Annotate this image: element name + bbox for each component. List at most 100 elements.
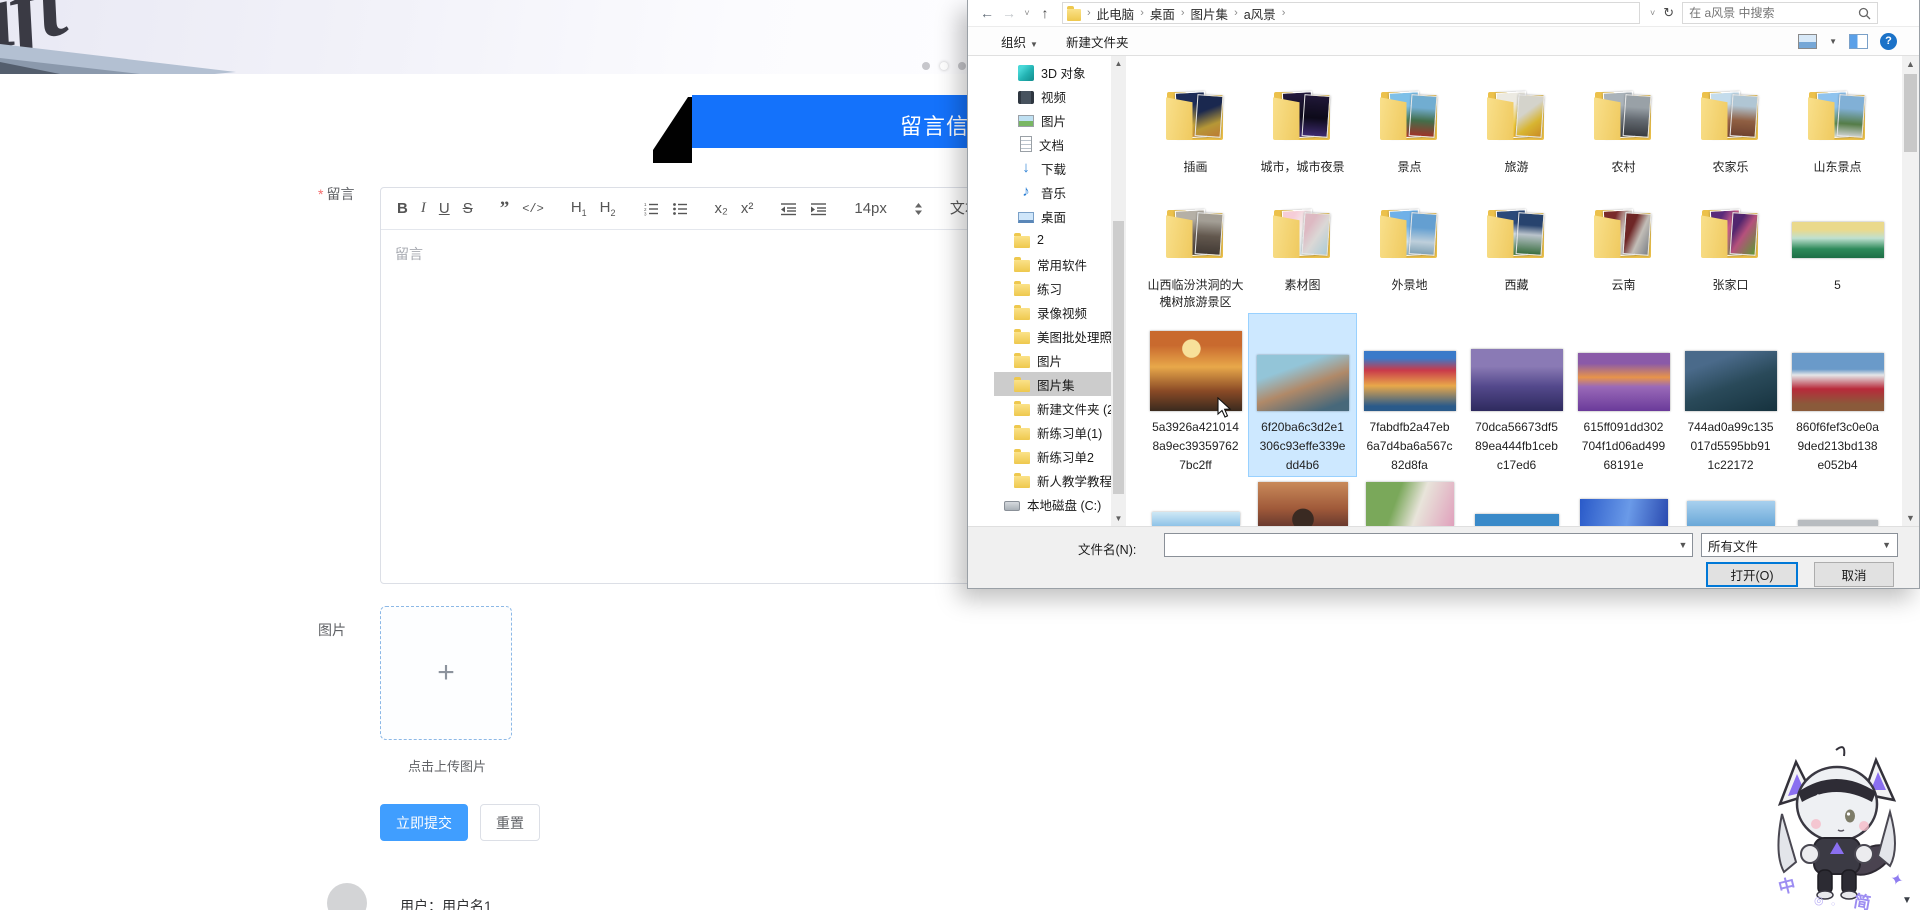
partially-visible-image[interactable] bbox=[1686, 501, 1775, 526]
folder-tile-山东景点[interactable]: 山东景点 bbox=[1784, 76, 1891, 176]
breadcrumb-item[interactable]: 桌面 bbox=[1150, 4, 1175, 23]
image-file-tile[interactable]: 6f20ba6c3d2e1 306c93effe339e dd4b6 bbox=[1248, 313, 1357, 477]
help-icon[interactable]: ? bbox=[1880, 32, 1897, 50]
editor-tool-bold[interactable]: B bbox=[397, 201, 408, 216]
back-icon[interactable]: ← bbox=[976, 5, 998, 21]
scroll-up-icon[interactable]: ▲ bbox=[1111, 56, 1126, 71]
cancel-button[interactable]: 取消 bbox=[1814, 562, 1894, 587]
editor-tool-strikethrough[interactable]: S bbox=[463, 201, 473, 216]
forward-icon[interactable]: → bbox=[998, 5, 1020, 21]
carousel-dot[interactable] bbox=[958, 62, 966, 70]
editor-tool-code[interactable]: </> bbox=[522, 203, 544, 215]
address-bar[interactable]: › 此电脑 › 桌面 › 图片集 › a风景 › bbox=[1062, 2, 1640, 24]
main-scrollbar[interactable]: ▲ ▼ bbox=[1902, 56, 1919, 526]
sidebar-folder-录像视频[interactable]: 录像视频 bbox=[994, 300, 1112, 324]
main-scroll-thumb[interactable] bbox=[1904, 74, 1917, 152]
editor-tool-blockquote[interactable]: ” bbox=[500, 199, 510, 218]
partially-visible-image[interactable] bbox=[1151, 512, 1240, 526]
editor-tool-italic[interactable]: I bbox=[421, 201, 426, 216]
image-upload-dropzone[interactable]: + bbox=[380, 606, 512, 740]
image-file-tile[interactable]: 70dca56673df5 89ea444fb1ceb c17ed6 bbox=[1463, 314, 1570, 476]
folder-tile-城市，城市夜景[interactable]: 城市，城市夜景 bbox=[1249, 76, 1356, 176]
scroll-down-icon[interactable]: ▼ bbox=[1111, 511, 1126, 526]
sidebar-folder-新练习单2[interactable]: 新练习单2 bbox=[994, 444, 1112, 468]
carousel-dot[interactable] bbox=[922, 62, 930, 70]
sidebar-folder-新人教学教程[interactable]: 新人教学教程 bbox=[994, 468, 1112, 492]
editor-tool-indent[interactable] bbox=[810, 202, 827, 216]
folder-tile-农村[interactable]: 农村 bbox=[1570, 76, 1677, 176]
editor-tool-superscript[interactable]: x² bbox=[741, 201, 754, 216]
editor-tool-heading-2[interactable]: H2 bbox=[600, 200, 616, 218]
editor-tool-ordered-list[interactable]: 123 bbox=[643, 202, 659, 216]
search-input[interactable] bbox=[1689, 6, 1859, 20]
image-file-tile[interactable]: 744ad0a99c135 017d5595bb91 1c22172 bbox=[1677, 314, 1784, 476]
folder-tile-旅游[interactable]: 旅游 bbox=[1463, 76, 1570, 176]
image-file-tile[interactable]: 615ff091dd302 704f1d06ad499 68191e bbox=[1570, 314, 1677, 476]
open-button[interactable]: 打开(O) bbox=[1706, 562, 1798, 587]
sidebar-item-3D 对象[interactable]: 3D 对象 bbox=[994, 60, 1112, 84]
sidebar-folder-2[interactable]: 2 bbox=[994, 228, 1112, 252]
sidebar-item-local-disk-c[interactable]: 本地磁盘 (C:) bbox=[994, 492, 1112, 516]
editor-tool-unordered-list[interactable] bbox=[672, 202, 688, 216]
sidebar-folder-美图批处理照片[interactable]: 美图批处理照片 bbox=[994, 324, 1112, 348]
breadcrumb-item[interactable]: a风景 bbox=[1244, 4, 1276, 23]
editor-tool-font-size[interactable]: 14px bbox=[854, 201, 887, 216]
image-file-tile[interactable]: 7fabdfb2a47eb 6a7d4ba6a567c 82d8fa bbox=[1356, 314, 1463, 476]
sidebar-item-图片[interactable]: 图片 bbox=[994, 108, 1112, 132]
carousel-dots[interactable] bbox=[922, 62, 966, 70]
image-file-tile[interactable]: 860f6fef3c0e0a 9ded213bd138 e052b4 bbox=[1784, 314, 1891, 476]
editor-tool-heading-1[interactable]: H1 bbox=[571, 200, 587, 218]
sidebar-scroll-thumb[interactable] bbox=[1113, 221, 1124, 494]
folder-tile-插画[interactable]: 插画 bbox=[1142, 76, 1249, 176]
folder-tile-云南[interactable]: 云南 bbox=[1570, 194, 1677, 311]
partially-visible-image[interactable] bbox=[1365, 482, 1454, 526]
refresh-icon[interactable]: ↻ bbox=[1663, 5, 1682, 21]
new-folder-button[interactable]: 新建文件夹 bbox=[1066, 32, 1129, 51]
filename-input[interactable] bbox=[1165, 534, 1674, 556]
sidebar-item-下载[interactable]: ↓ 下载 bbox=[994, 156, 1112, 180]
sidebar-item-视频[interactable]: 视频 bbox=[994, 84, 1112, 108]
sidebar-item-桌面[interactable]: 桌面 bbox=[994, 204, 1112, 228]
submit-button[interactable]: 立即提交 bbox=[380, 804, 468, 841]
sidebar-folder-图片集[interactable]: 图片集 bbox=[994, 372, 1112, 396]
history-chevron-icon[interactable]: ˅ bbox=[1020, 8, 1034, 18]
sidebar-item-文档[interactable]: 文档 bbox=[994, 132, 1112, 156]
chevron-down-icon[interactable]: ▼ bbox=[1674, 540, 1692, 550]
address-dropdown-icon[interactable]: ˅ bbox=[1640, 8, 1663, 18]
folder-tile-外景地[interactable]: 外景地 bbox=[1356, 194, 1463, 311]
breadcrumb-item[interactable]: 图片集 bbox=[1191, 4, 1229, 23]
sidebar-folder-新建文件夹 (2)[interactable]: 新建文件夹 (2) bbox=[994, 396, 1112, 420]
folder-tile-西藏[interactable]: 西藏 bbox=[1463, 194, 1570, 311]
sidebar-scrollbar[interactable]: ▲ ▼ bbox=[1111, 56, 1126, 526]
preview-pane-icon[interactable] bbox=[1849, 33, 1868, 49]
sidebar-item-音乐[interactable]: ♪ 音乐 bbox=[994, 180, 1112, 204]
sidebar-folder-练习[interactable]: 练习 bbox=[994, 276, 1112, 300]
sidebar-folder-新练习单(1)[interactable]: 新练习单(1) bbox=[994, 420, 1112, 444]
sidebar-folder-图片[interactable]: 图片 bbox=[994, 348, 1112, 372]
thumbnail-view-icon[interactable] bbox=[1798, 33, 1818, 49]
view-options-chevron-icon[interactable]: ▼ bbox=[1829, 37, 1837, 46]
editor-tool-outdent[interactable] bbox=[780, 202, 797, 216]
folder-tile-素材图[interactable]: 素材图 bbox=[1249, 194, 1356, 311]
carousel-dot[interactable] bbox=[940, 62, 948, 70]
folder-tile-景点[interactable]: 景点 bbox=[1356, 76, 1463, 176]
breadcrumb-item[interactable]: 此电脑 bbox=[1097, 4, 1135, 23]
up-icon[interactable]: ↑ bbox=[1034, 5, 1056, 21]
editor-tool-underline[interactable]: U bbox=[439, 201, 450, 216]
scroll-up-icon[interactable]: ▲ bbox=[1902, 56, 1919, 72]
partially-visible-image[interactable] bbox=[1579, 499, 1668, 526]
image-file-tile[interactable]: 5a3926a421014 8a9ec39359762 7bc2ff bbox=[1142, 314, 1249, 476]
organize-button[interactable]: 组织 ▼ bbox=[1001, 32, 1038, 51]
folder-tile-山西临汾洪洞的大槐树旅游景区[interactable]: 山西临汾洪洞的大槐树旅游景区 bbox=[1142, 194, 1249, 311]
folder-tile-农家乐[interactable]: 农家乐 bbox=[1677, 76, 1784, 176]
folder-tile-张家口[interactable]: 张家口 bbox=[1677, 194, 1784, 311]
image-tile-5[interactable]: 5 bbox=[1784, 194, 1891, 311]
sidebar-folder-常用软件[interactable]: 常用软件 bbox=[994, 252, 1112, 276]
scroll-down-icon[interactable]: ▼ bbox=[1902, 510, 1919, 526]
reset-button[interactable]: 重置 bbox=[480, 804, 540, 841]
editor-content-area[interactable]: 留言 bbox=[381, 230, 1024, 583]
filetype-select[interactable]: 所有文件 ▼ bbox=[1701, 533, 1898, 557]
partially-visible-image[interactable] bbox=[1474, 514, 1559, 526]
editor-tool-font-size-stepper[interactable] bbox=[914, 202, 923, 216]
editor-tool-subscript[interactable]: x₂ bbox=[715, 201, 728, 216]
